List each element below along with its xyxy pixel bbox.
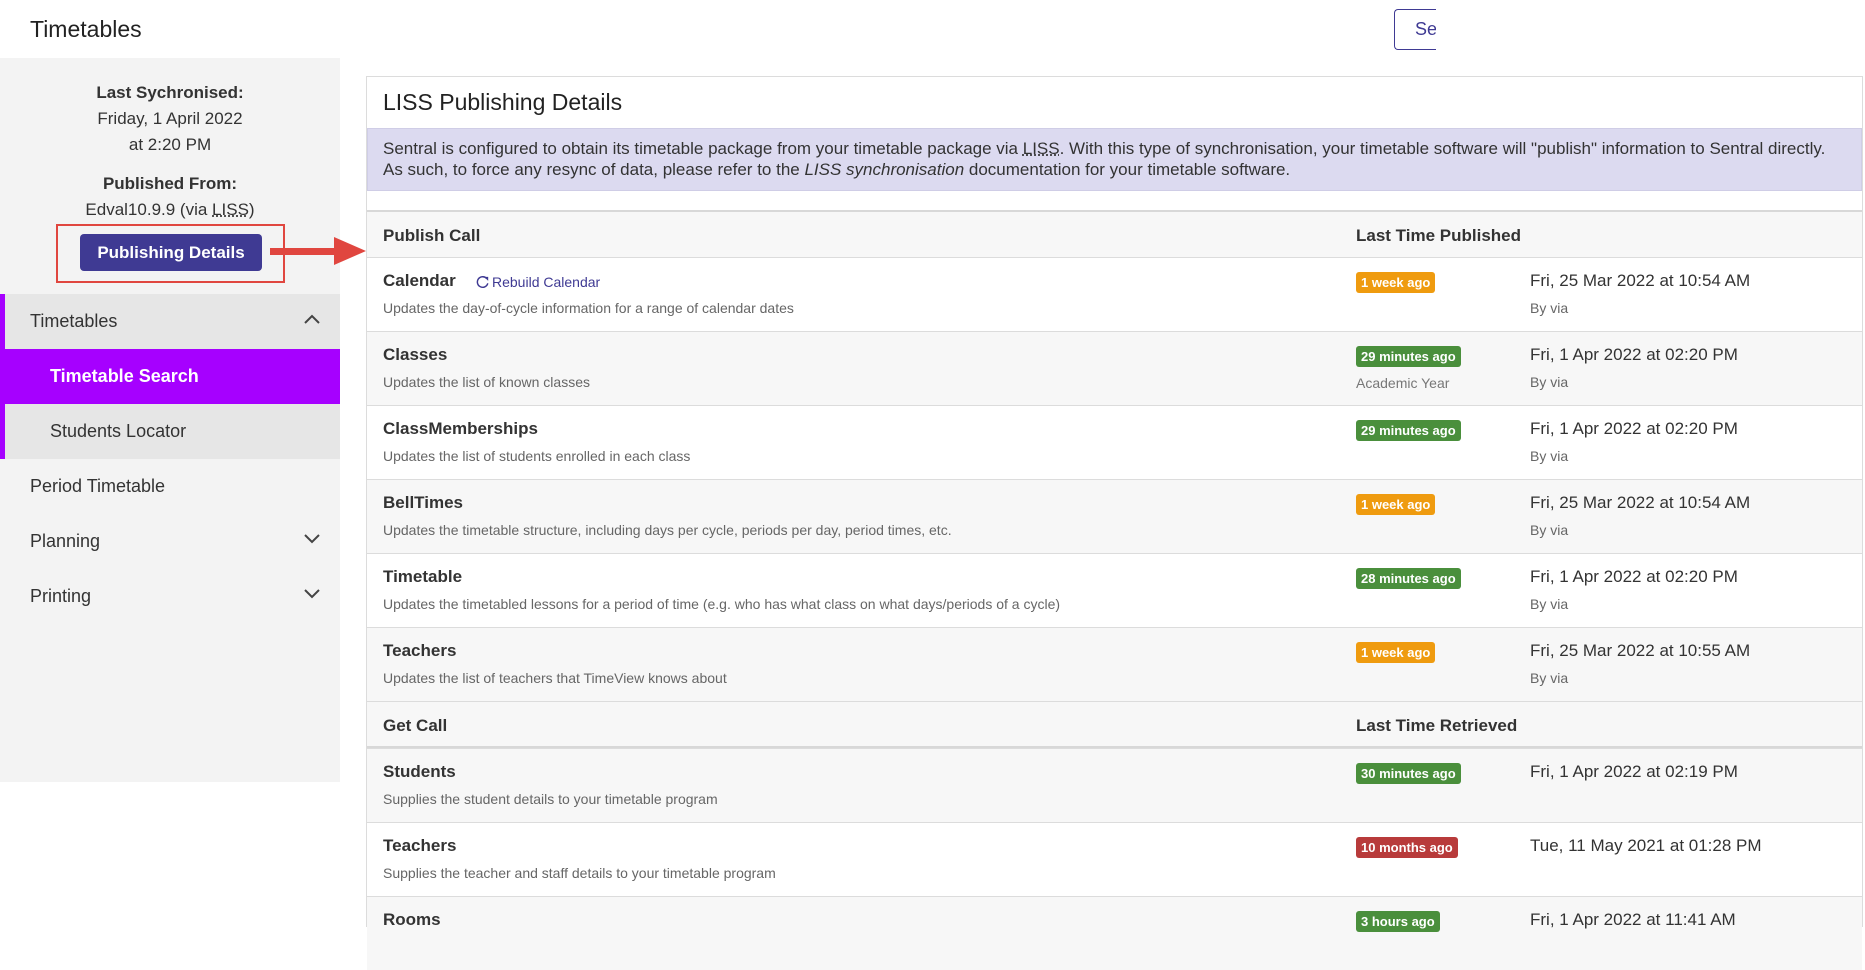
retrieved-date: Tue, 11 May 2021 at 01:28 PM: [1530, 836, 1762, 855]
published-date: Fri, 25 Mar 2022 at 10:54 AM: [1530, 271, 1751, 290]
red-arrow-annotation: [270, 237, 366, 265]
call-name: BellTimes: [383, 493, 464, 512]
call-note: Academic Year: [1356, 375, 1450, 391]
published-date: Fri, 25 Mar 2022 at 10:54 AM: [1530, 493, 1751, 512]
call-name: Teachers: [383, 641, 457, 660]
sidebar-item-label: Timetable Search: [50, 366, 199, 386]
table-row: Teachers Updates the list of teachers tha…: [367, 627, 1862, 701]
refresh-icon: [476, 276, 489, 288]
last-sync-date: Friday, 1 April 2022: [97, 109, 243, 128]
retrieved-date: Fri, 1 Apr 2022 at 11:41 AM: [1530, 910, 1736, 929]
table-row: ClassMemberships Updates the list of stud…: [367, 405, 1862, 479]
page-title: Timetables: [30, 16, 142, 42]
table-row: Calendar Rebuild Calendar Updates the day-…: [367, 257, 1862, 331]
time-ago-badge: 3 hours ago: [1356, 911, 1440, 932]
liss-sync-doc-ref: LISS synchronisation: [804, 160, 965, 179]
published-by: By via: [1530, 596, 1569, 612]
sidebar-item-students-locator[interactable]: Students Locator: [0, 404, 340, 459]
sidebar-item-label: Printing: [30, 586, 92, 606]
sidebar-item-planning[interactable]: Planning: [0, 514, 340, 569]
call-description: Updates the list of teachers that TimeVi…: [383, 670, 727, 686]
time-ago-badge: 10 months ago: [1356, 837, 1458, 858]
info-banner: Sentral is configured to obtain its time…: [367, 128, 1862, 191]
top-bar: Timetables Se: [0, 0, 1865, 58]
liss-abbreviation: LISS: [212, 200, 249, 219]
sidebar-item-timetable-search[interactable]: Timetable Search: [0, 349, 340, 404]
chevron-down-icon: [304, 589, 320, 599]
call-name: Teachers: [383, 836, 457, 855]
last-sync-time: at 2:20 PM: [128, 135, 212, 154]
call-name: Classes: [383, 345, 448, 364]
sidebar-item-label: Period Timetable: [30, 476, 166, 496]
sidebar-item-label: Students Locator: [50, 421, 187, 441]
sidebar-item-label: Timetables: [30, 311, 118, 331]
publish-header-row: Publish Call Last Time Published: [367, 210, 1862, 257]
publish-table: Publish Call Last Time Published Calenda…: [367, 210, 1862, 970]
column-header-get-call: Get Call: [383, 716, 448, 735]
search-button[interactable]: Se: [1394, 9, 1436, 50]
time-ago-badge: 30 minutes ago: [1356, 763, 1461, 784]
call-description: Supplies the student details to your tim…: [383, 791, 718, 807]
chevron-down-icon: [304, 534, 320, 544]
published-date: Fri, 1 Apr 2022 at 02:20 PM: [1530, 567, 1738, 586]
chevron-up-icon: [304, 314, 320, 324]
liss-abbreviation: LISS: [1022, 139, 1060, 158]
call-description: Updates the day-of-cycle information for…: [383, 300, 794, 316]
call-description: Updates the timetabled lessons for a per…: [383, 596, 1061, 612]
rebuild-calendar-link[interactable]: Rebuild Calendar: [476, 274, 600, 290]
published-from-value: Edval10.9.9 (via LISS): [85, 200, 255, 219]
column-header-last-published: Last Time Published: [1356, 226, 1522, 245]
call-name: ClassMemberships: [383, 419, 538, 438]
column-header-publish-call: Publish Call: [383, 226, 481, 245]
time-ago-badge: 1 week ago: [1356, 272, 1436, 293]
table-row: Students Supplies the student details to …: [367, 748, 1862, 822]
published-date: Fri, 25 Mar 2022 at 10:55 AM: [1530, 641, 1751, 660]
sidebar-item-printing[interactable]: Printing: [0, 569, 340, 624]
publishing-details-button[interactable]: Publishing Details: [80, 234, 262, 271]
published-date: Fri, 1 Apr 2022 at 02:20 PM: [1530, 419, 1738, 438]
last-sync-label: Last Sychronised:: [96, 83, 244, 102]
sidebar-item-label: Planning: [30, 531, 101, 551]
table-row: Teachers Supplies the teacher and staff d…: [367, 822, 1862, 896]
published-by: By via: [1530, 670, 1569, 686]
published-by: By via: [1530, 448, 1569, 464]
call-description: Updates the timetable structure, includi…: [383, 522, 952, 538]
sidebar-item-period-timetable[interactable]: Period Timetable: [0, 459, 340, 514]
call-name: Rooms: [383, 910, 441, 929]
get-header-row: Get Call Last Time Retrieved: [367, 701, 1862, 748]
table-row: BellTimes Updates the timetable structure…: [367, 479, 1862, 553]
card-title: LISS Publishing Details: [383, 89, 623, 115]
published-by: By via: [1530, 374, 1569, 390]
published-date: Fri, 1 Apr 2022 at 02:20 PM: [1530, 345, 1738, 364]
published-from-label: Published From:: [102, 174, 238, 193]
table-row: Classes Updates the list of known classes…: [367, 331, 1862, 405]
time-ago-badge: 28 minutes ago: [1356, 568, 1461, 589]
publish-rows: Calendar Rebuild Calendar Updates the day-…: [367, 257, 1862, 701]
call-description: Updates the list of known classes: [383, 374, 590, 390]
time-ago-badge: 1 week ago: [1356, 642, 1436, 663]
call-name: Students: [383, 762, 456, 781]
time-ago-badge: 29 minutes ago: [1356, 420, 1461, 441]
time-ago-badge: 29 minutes ago: [1356, 346, 1461, 367]
sync-info: Last Sychronised: Friday, 1 April 2022 a…: [0, 58, 340, 223]
publishing-details-highlight: Publishing Details: [56, 224, 285, 283]
call-description: Supplies the teacher and staff details t…: [383, 865, 776, 881]
liss-publishing-card: LISS Publishing Details Sentral is confi…: [366, 76, 1863, 970]
call-name: Calendar: [383, 271, 456, 290]
sidebar-item-timetables[interactable]: Timetables: [0, 294, 340, 349]
table-row: Timetable Updates the timetabled lessons …: [367, 553, 1862, 627]
call-description: Updates the list of students enrolled in…: [383, 448, 691, 464]
sidebar: Last Sychronised: Friday, 1 April 2022 a…: [0, 58, 340, 782]
published-by: By via: [1530, 522, 1569, 538]
retrieved-date: Fri, 1 Apr 2022 at 02:19 PM: [1530, 762, 1738, 781]
column-header-last-retrieved: Last Time Retrieved: [1356, 716, 1518, 735]
time-ago-badge: 1 week ago: [1356, 494, 1436, 515]
sidebar-nav: Timetables Timetable Search Students Loc…: [0, 294, 340, 624]
get-rows: Students Supplies the student details to …: [367, 748, 1862, 970]
call-name: Timetable: [383, 567, 463, 586]
published-by: By via: [1530, 300, 1569, 316]
table-row: Rooms 3 hours ago Fri, 1 Apr 2022 at 11:41…: [367, 896, 1862, 970]
